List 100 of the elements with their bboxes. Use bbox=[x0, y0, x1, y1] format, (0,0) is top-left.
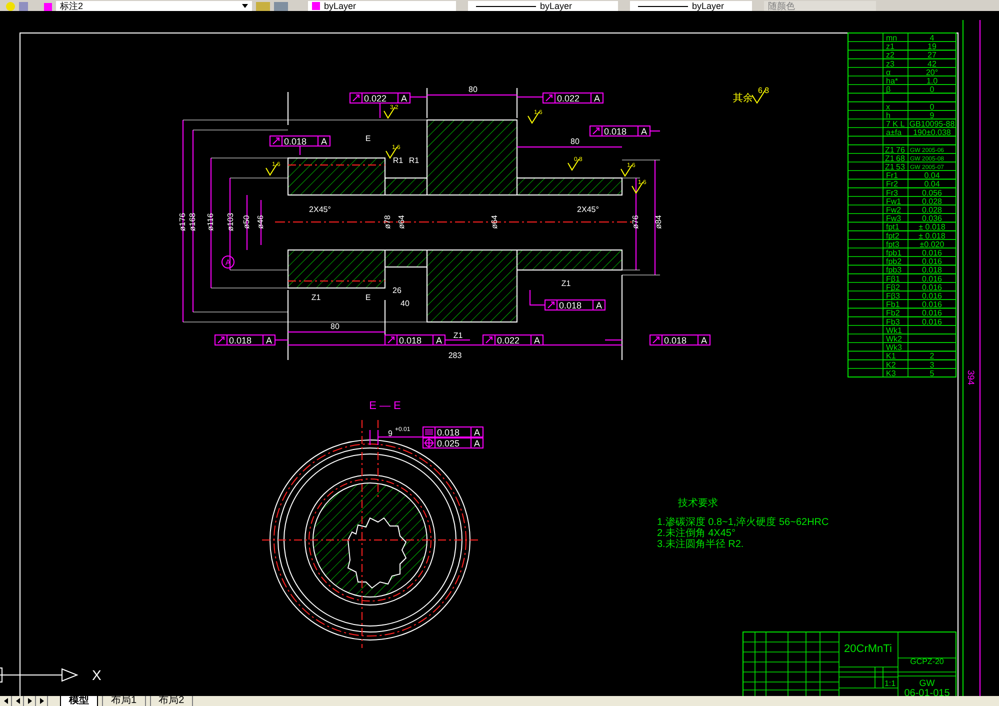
dimension-text: 40 bbox=[400, 299, 410, 308]
parameter-value: 20° bbox=[926, 68, 938, 77]
parameter-symbol: Fb2 bbox=[886, 308, 900, 318]
tolerance-frame: 0.022 A bbox=[542, 92, 604, 104]
dimension-text: ø176 bbox=[178, 212, 187, 232]
dimension-text: 80 bbox=[570, 137, 580, 146]
dimension-text: E bbox=[365, 134, 371, 143]
parameter-symbol: z3 bbox=[886, 59, 894, 68]
parameter-symbol: K2 bbox=[886, 360, 896, 370]
parameter-value: 0.016 bbox=[922, 317, 942, 326]
parameter-value: 19 bbox=[928, 42, 936, 52]
parameter-value: 0.018 bbox=[922, 266, 942, 275]
linetype-dropdown[interactable]: byLayer bbox=[468, 1, 618, 11]
parameter-symbol: Fb1 bbox=[886, 300, 900, 310]
dimension-text: 80 bbox=[468, 85, 478, 94]
tolerance-frame: 0.022 A bbox=[482, 334, 544, 346]
parameter-symbol: Fw3 bbox=[886, 214, 902, 224]
parameter-symbol: Wk2 bbox=[886, 334, 902, 344]
axis-label: X bbox=[92, 667, 102, 683]
parameter-symbol: K1 bbox=[886, 352, 896, 361]
parameter-value: 190±0.038 bbox=[913, 128, 951, 138]
parameter-symbol: fpt1 bbox=[886, 222, 900, 232]
parameter-symbol: ha* bbox=[886, 76, 898, 86]
dimension-text: 9 bbox=[388, 429, 392, 438]
parameter-value: 0.016 bbox=[922, 308, 942, 318]
parameter-symbol: K3 bbox=[886, 368, 896, 378]
parameter-value: 0.016 bbox=[922, 257, 942, 266]
scale-text: 1:1 bbox=[884, 679, 896, 688]
parameter-symbol: Fβ3 bbox=[886, 292, 900, 300]
dimension-text: ø64 bbox=[397, 215, 406, 229]
dimension-text: ø64 bbox=[490, 215, 499, 229]
parameter-symbol: Z1 bbox=[885, 145, 894, 154]
parameter-symbol: a±fa bbox=[886, 128, 902, 138]
dimension-text: ø103 bbox=[226, 212, 235, 232]
parameter-value: 76 bbox=[896, 145, 905, 154]
color-dropdown[interactable]: byLayer bbox=[308, 1, 456, 11]
parameter-symbol: 7 K L bbox=[886, 120, 905, 128]
layer-dropdown[interactable]: 标注2 bbox=[56, 1, 252, 11]
dimension-text: ø84 bbox=[654, 215, 663, 229]
dimension-text: ø46 bbox=[256, 215, 265, 229]
parameter-symbol: Z1 bbox=[885, 162, 894, 172]
bulb-icon bbox=[6, 2, 15, 11]
parameter-symbol: Fr2 bbox=[886, 180, 898, 189]
dimension-text: ø50 bbox=[242, 215, 251, 229]
parameter-value: ± 0.018 bbox=[918, 231, 946, 240]
parameter-symbol: fpb1 bbox=[886, 248, 902, 258]
dimension-text: Z1 bbox=[561, 279, 571, 288]
parameter-value: 2 bbox=[930, 352, 934, 361]
parameter-symbol: Fb3 bbox=[886, 317, 900, 326]
parameter-value: 0.028 bbox=[922, 206, 942, 214]
requirements-title: 技术要求 bbox=[678, 498, 718, 509]
color-swatch-icon bbox=[44, 3, 52, 11]
parameter-value: GB10095-88 bbox=[909, 120, 955, 128]
requirement-text: 1.渗碳深度 0.8~1,淬火硬度 56~62HRC bbox=[657, 517, 829, 528]
material-text: 20CrMnTi bbox=[844, 643, 892, 655]
ucs-axis-icon bbox=[0, 554, 78, 696]
parameter-value: 0 bbox=[930, 102, 934, 112]
parameter-value: 0.016 bbox=[922, 282, 942, 292]
parameter-value: 0.056 bbox=[922, 188, 942, 198]
tolerance-frame: 0.018 A bbox=[214, 334, 276, 346]
dimension-text: 394 bbox=[966, 370, 976, 386]
parameter-symbol: β bbox=[886, 85, 891, 94]
dimension-text: 80 bbox=[330, 322, 340, 331]
parameter-symbol: α bbox=[886, 68, 891, 77]
lineweight-dropdown[interactable]: byLayer bbox=[630, 1, 752, 11]
parameter-value: ± 0.018 bbox=[918, 222, 946, 232]
company-text: GW bbox=[919, 678, 935, 688]
tolerance-frame: 0.025 A bbox=[422, 438, 484, 448]
requirement-text: 2.未注倒角 4X45° bbox=[657, 528, 736, 539]
parameter-value: 0.016 bbox=[922, 292, 942, 300]
parameter-value: 0.016 bbox=[922, 248, 942, 258]
dimension-text: ø78 bbox=[383, 215, 392, 229]
parameter-value: 0.028 bbox=[922, 196, 942, 206]
dimension-text: ø76 bbox=[631, 215, 640, 229]
parameter-symbol: fpb3 bbox=[886, 266, 902, 275]
parameter-value: 53 bbox=[896, 162, 905, 172]
roughness-value: 6.3 bbox=[758, 86, 770, 95]
parameter-value: 68 bbox=[896, 154, 905, 163]
dimension-text: Z1 bbox=[311, 293, 321, 302]
dimension-text: R1 bbox=[408, 156, 420, 165]
parameter-symbol: Fw1 bbox=[886, 196, 902, 206]
parameter-value: 0.016 bbox=[922, 274, 942, 284]
dimension-text: 283 bbox=[448, 351, 462, 360]
parameter-symbol: Z1 bbox=[885, 154, 894, 163]
parameter-symbol: Fw2 bbox=[886, 206, 902, 214]
parameter-symbol: fpb2 bbox=[886, 257, 902, 266]
parameter-symbol: Wk1 bbox=[886, 326, 902, 335]
parameter-value: 9 bbox=[930, 110, 934, 120]
dimension-text: 26 bbox=[392, 286, 402, 295]
tolerance-frame: 0.018 A bbox=[590, 126, 650, 136]
parameter-value: 5 bbox=[930, 368, 934, 378]
parameter-symbol: fpt3 bbox=[886, 240, 900, 249]
parameter-value: 0.04 bbox=[924, 180, 940, 189]
dimension-text: ø116 bbox=[206, 213, 215, 231]
parameter-value: 0.016 bbox=[922, 300, 942, 310]
dimension-text: E bbox=[365, 293, 371, 302]
parameter-symbol: z2 bbox=[886, 50, 894, 60]
tolerance-frame: 0.018 A bbox=[650, 334, 710, 346]
parameter-value: 0.04 bbox=[924, 171, 940, 180]
drawing-code: GCPZ-20 bbox=[910, 657, 944, 666]
